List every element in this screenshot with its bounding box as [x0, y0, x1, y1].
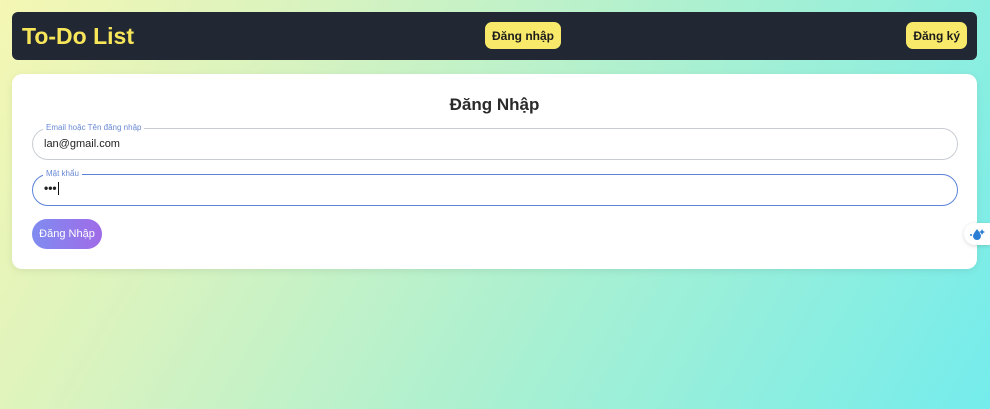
brand-title[interactable]: To-Do List — [22, 23, 134, 50]
email-field-value[interactable]: lan@gmail.com — [44, 138, 120, 150]
email-field-label: Email hoặc Tên đăng nhập — [43, 123, 145, 133]
water-drop-icon — [970, 229, 985, 240]
login-title: Đăng Nhập — [449, 95, 540, 114]
password-mask: ••• — [44, 181, 57, 195]
login-submit-button[interactable]: Đăng Nhập — [32, 219, 102, 249]
email-field[interactable]: Email hoặc Tên đăng nhập lan@gmail.com — [32, 123, 958, 160]
password-field-value[interactable]: ••• — [44, 181, 59, 196]
password-field[interactable]: Mật khẩu ••• — [32, 169, 958, 206]
extension-widget[interactable] — [964, 223, 990, 245]
nav-register-button[interactable]: Đăng ký — [906, 22, 967, 49]
password-field-label: Mật khẩu — [43, 169, 82, 179]
top-navbar: To-Do List Đăng nhập Đăng ký — [12, 12, 977, 60]
text-caret — [57, 182, 59, 196]
login-card: Đăng Nhập Email hoặc Tên đăng nhập lan@g… — [12, 74, 977, 269]
nav-login-button[interactable]: Đăng nhập — [485, 22, 561, 49]
